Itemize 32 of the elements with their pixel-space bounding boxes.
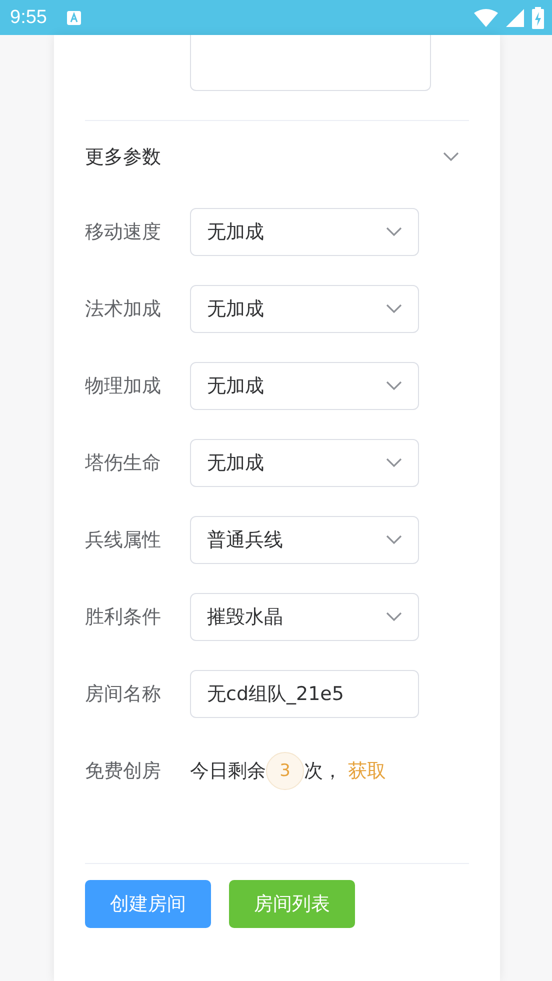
field-label: 物理加成	[85, 374, 162, 398]
select-field[interactable]: 无加成	[190, 284, 419, 332]
text-area[interactable]	[190, 35, 431, 91]
field-label: 法术加成	[85, 296, 162, 322]
count-badge: 3	[266, 752, 304, 790]
more-params-toggle[interactable]: 更多参数	[85, 121, 469, 193]
chevron-down-icon	[386, 534, 402, 544]
times-text: 次，	[304, 758, 342, 784]
select-field[interactable]: 摧毁水晶	[190, 592, 419, 640]
select-field[interactable]: 普通兵线	[190, 516, 419, 564]
keyboard-icon	[66, 10, 81, 24]
field-label: 胜利条件	[85, 604, 162, 630]
field-label: 移动速度	[85, 220, 162, 244]
select-field[interactable]: 无加成	[190, 438, 419, 486]
input-field[interactable]: 无cd组队_21e5	[190, 670, 419, 718]
remaining-text: 今日剩余	[190, 758, 266, 784]
field-label: 房间名称	[85, 682, 162, 706]
chevron-down-icon	[386, 380, 402, 390]
signal-icon	[506, 8, 524, 26]
battery-icon	[532, 6, 544, 28]
chevron-down-icon	[386, 304, 402, 314]
chevron-down-icon	[386, 612, 402, 622]
select-field[interactable]: 无加成	[190, 362, 419, 410]
chevron-down-icon	[386, 226, 402, 236]
field-label: 兵线属性	[85, 528, 162, 552]
chevron-down-icon	[443, 152, 459, 162]
field-label: 塔伤生命	[85, 450, 162, 476]
select-field[interactable]: 无加成	[190, 208, 419, 256]
wifi-icon	[474, 8, 498, 26]
chevron-down-icon	[386, 458, 402, 468]
field-label: 免费创房	[85, 758, 162, 784]
status-time: 9:55	[10, 6, 47, 28]
